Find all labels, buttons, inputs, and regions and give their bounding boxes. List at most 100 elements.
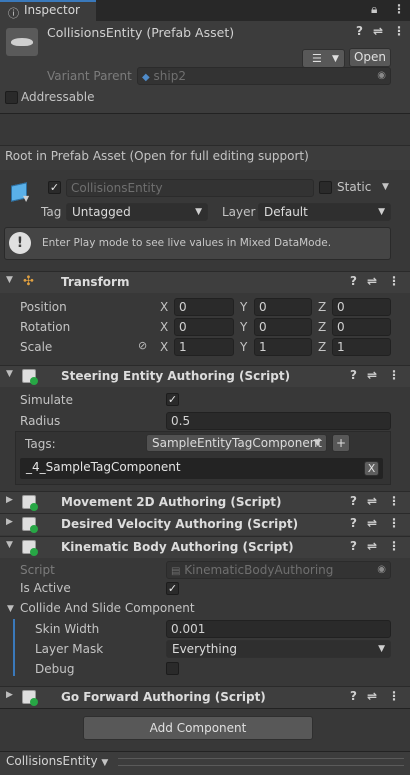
foldout-icon[interactable]: ▶: [6, 517, 13, 527]
transform-header[interactable]: ▼ ✣ Transform ? ⇌ ⋮: [0, 271, 410, 293]
help-icon[interactable]: ?: [350, 689, 357, 703]
more-vert-icon[interactable]: ⋮: [393, 24, 405, 38]
movement-header[interactable]: ▶ Movement 2D Authoring (Script) ? ⇌ ⋮: [0, 491, 410, 513]
add-component-button[interactable]: Add Component: [83, 716, 313, 740]
variant-parent-value: ship2: [153, 69, 186, 83]
movement-title: Movement 2D Authoring (Script): [61, 495, 282, 509]
goforward-header[interactable]: ▶ Go Forward Authoring (Script) ? ⇌ ⋮: [0, 686, 410, 708]
lock-icon[interactable]: 🔒︎: [371, 2, 377, 17]
script-field[interactable]: ▤ KinematicBodyAuthoring ◉: [166, 561, 391, 579]
layer-mask-dropdown[interactable]: Everything ▼: [166, 640, 391, 658]
transform-title: Transform: [61, 275, 130, 289]
sliders-icon[interactable]: ⇌: [367, 494, 377, 508]
scale-x-label: X: [160, 340, 169, 354]
debug-checkbox[interactable]: [166, 662, 179, 675]
more-vert-icon[interactable]: ⋮: [388, 516, 400, 530]
scale-y-label: Y: [240, 340, 248, 354]
position-label: Position: [20, 300, 67, 314]
link-off-icon[interactable]: ⊘: [138, 339, 147, 352]
help-icon[interactable]: ?: [350, 368, 357, 382]
position-z-field[interactable]: 0: [332, 298, 391, 316]
remove-tag-button[interactable]: X: [364, 461, 379, 476]
rotation-y-field[interactable]: 0: [254, 318, 312, 336]
sliders-icon[interactable]: ⇌: [367, 689, 377, 703]
desired-header[interactable]: ▶ Desired Velocity Authoring (Script) ? ⇌…: [0, 513, 410, 535]
open-button[interactable]: Open: [349, 48, 391, 67]
tab-inspector[interactable]: ⓘ Inspector: [0, 0, 96, 21]
skin-width-field[interactable]: 0.001: [166, 620, 391, 638]
open-label: Open: [353, 50, 387, 64]
resize-handle[interactable]: [118, 758, 404, 766]
rotation-z-label: Z: [318, 320, 327, 334]
scale-z-label: Z: [318, 340, 327, 354]
position-x-field[interactable]: 0: [174, 298, 234, 316]
rotation-label: Rotation: [20, 320, 71, 334]
position-y-field[interactable]: 0: [254, 298, 312, 316]
foldout-icon[interactable]: ▼: [6, 275, 13, 285]
static-checkbox[interactable]: [319, 181, 332, 194]
tag-dropdown[interactable]: Untagged ▼: [66, 203, 208, 221]
scale-x-field[interactable]: 1: [174, 338, 234, 356]
sliders-icon[interactable]: ⇌: [367, 539, 377, 553]
variant-parent-field[interactable]: ◆ ship2 ◉: [137, 67, 391, 85]
layer-dropdown[interactable]: Default ▼: [258, 203, 391, 221]
gameobject-name-field[interactable]: CollisionsEntity: [66, 179, 314, 197]
sliders-icon[interactable]: ⇌: [367, 516, 377, 530]
more-vert-icon[interactable]: ⋮: [388, 274, 400, 288]
help-icon[interactable]: ?: [350, 516, 357, 530]
rotation-x-label: X: [160, 320, 169, 334]
layer-label: Layer: [222, 205, 256, 219]
kinematic-header[interactable]: ▼ Kinematic Body Authoring (Script) ? ⇌ ⋮: [0, 536, 410, 558]
script-icon: [22, 690, 38, 706]
is-active-checkbox[interactable]: ✓: [166, 582, 179, 595]
info-box: ! Enter Play mode to see live values in …: [4, 227, 391, 260]
sliders-icon[interactable]: ⇌: [367, 274, 377, 288]
more-vert-icon[interactable]: ⋮: [393, 2, 405, 16]
foldout-icon[interactable]: ▶: [6, 495, 13, 505]
addressable-label: Addressable: [21, 90, 95, 104]
addressable-checkbox[interactable]: [5, 91, 18, 104]
script-value: KinematicBodyAuthoring: [184, 563, 334, 577]
target-icon[interactable]: ◉: [377, 68, 386, 84]
more-vert-icon[interactable]: ⋮: [388, 494, 400, 508]
add-tag-button[interactable]: +: [332, 434, 350, 452]
chevron-down-icon: ▼: [378, 207, 385, 217]
chevron-down-icon: ▼: [314, 438, 321, 448]
tags-dropdown-value: SampleEntityTagComponent: [152, 436, 323, 450]
steering-header[interactable]: ▼ Steering Entity Authoring (Script) ? ⇌ ⋮: [0, 365, 410, 387]
tag-item: _4_SampleTagComponent: [26, 460, 181, 474]
tags-dropdown[interactable]: SampleEntityTagComponent ▼: [146, 434, 327, 452]
more-vert-icon[interactable]: ⋮: [388, 368, 400, 382]
foldout-icon[interactable]: ▼: [6, 369, 13, 379]
scale-z-field[interactable]: 1: [332, 338, 391, 356]
radius-field[interactable]: 0.5: [166, 412, 391, 430]
help-icon[interactable]: ?: [356, 24, 363, 38]
chevron-down-icon[interactable]: ▼: [382, 182, 389, 192]
more-vert-icon[interactable]: ⋮: [388, 539, 400, 553]
list-icon: ☰: [312, 52, 322, 65]
foldout-icon[interactable]: ▼: [6, 540, 13, 550]
entity-dropdown[interactable]: CollisionsEntity ▼: [6, 754, 112, 770]
rotation-x-field[interactable]: 0: [174, 318, 234, 336]
help-icon[interactable]: ?: [350, 494, 357, 508]
chevron-down-icon: ▼: [195, 207, 202, 217]
root-notice: Root in Prefab Asset (Open for full edit…: [5, 149, 309, 163]
active-checkbox[interactable]: ✓: [48, 181, 61, 194]
scale-y-field[interactable]: 1: [254, 338, 312, 356]
sliders-icon[interactable]: ⇌: [373, 24, 383, 38]
target-icon[interactable]: ◉: [377, 562, 386, 578]
more-vert-icon[interactable]: ⋮: [388, 689, 400, 703]
rotation-z-field[interactable]: 0: [332, 318, 391, 336]
help-icon[interactable]: ?: [350, 274, 357, 288]
debug-label: Debug: [35, 662, 75, 676]
sliders-icon[interactable]: ⇌: [367, 368, 377, 382]
simulate-label: Simulate: [20, 393, 74, 407]
list-options-button[interactable]: ☰ ▼: [302, 49, 345, 68]
foldout-icon[interactable]: ▼: [7, 604, 14, 614]
inspector-icon: ⓘ: [8, 7, 19, 20]
help-icon[interactable]: ?: [350, 539, 357, 553]
script-icon: [22, 517, 38, 533]
simulate-checkbox[interactable]: ✓: [166, 393, 179, 406]
tab-title: Inspector: [24, 3, 80, 17]
foldout-icon[interactable]: ▶: [6, 690, 13, 700]
